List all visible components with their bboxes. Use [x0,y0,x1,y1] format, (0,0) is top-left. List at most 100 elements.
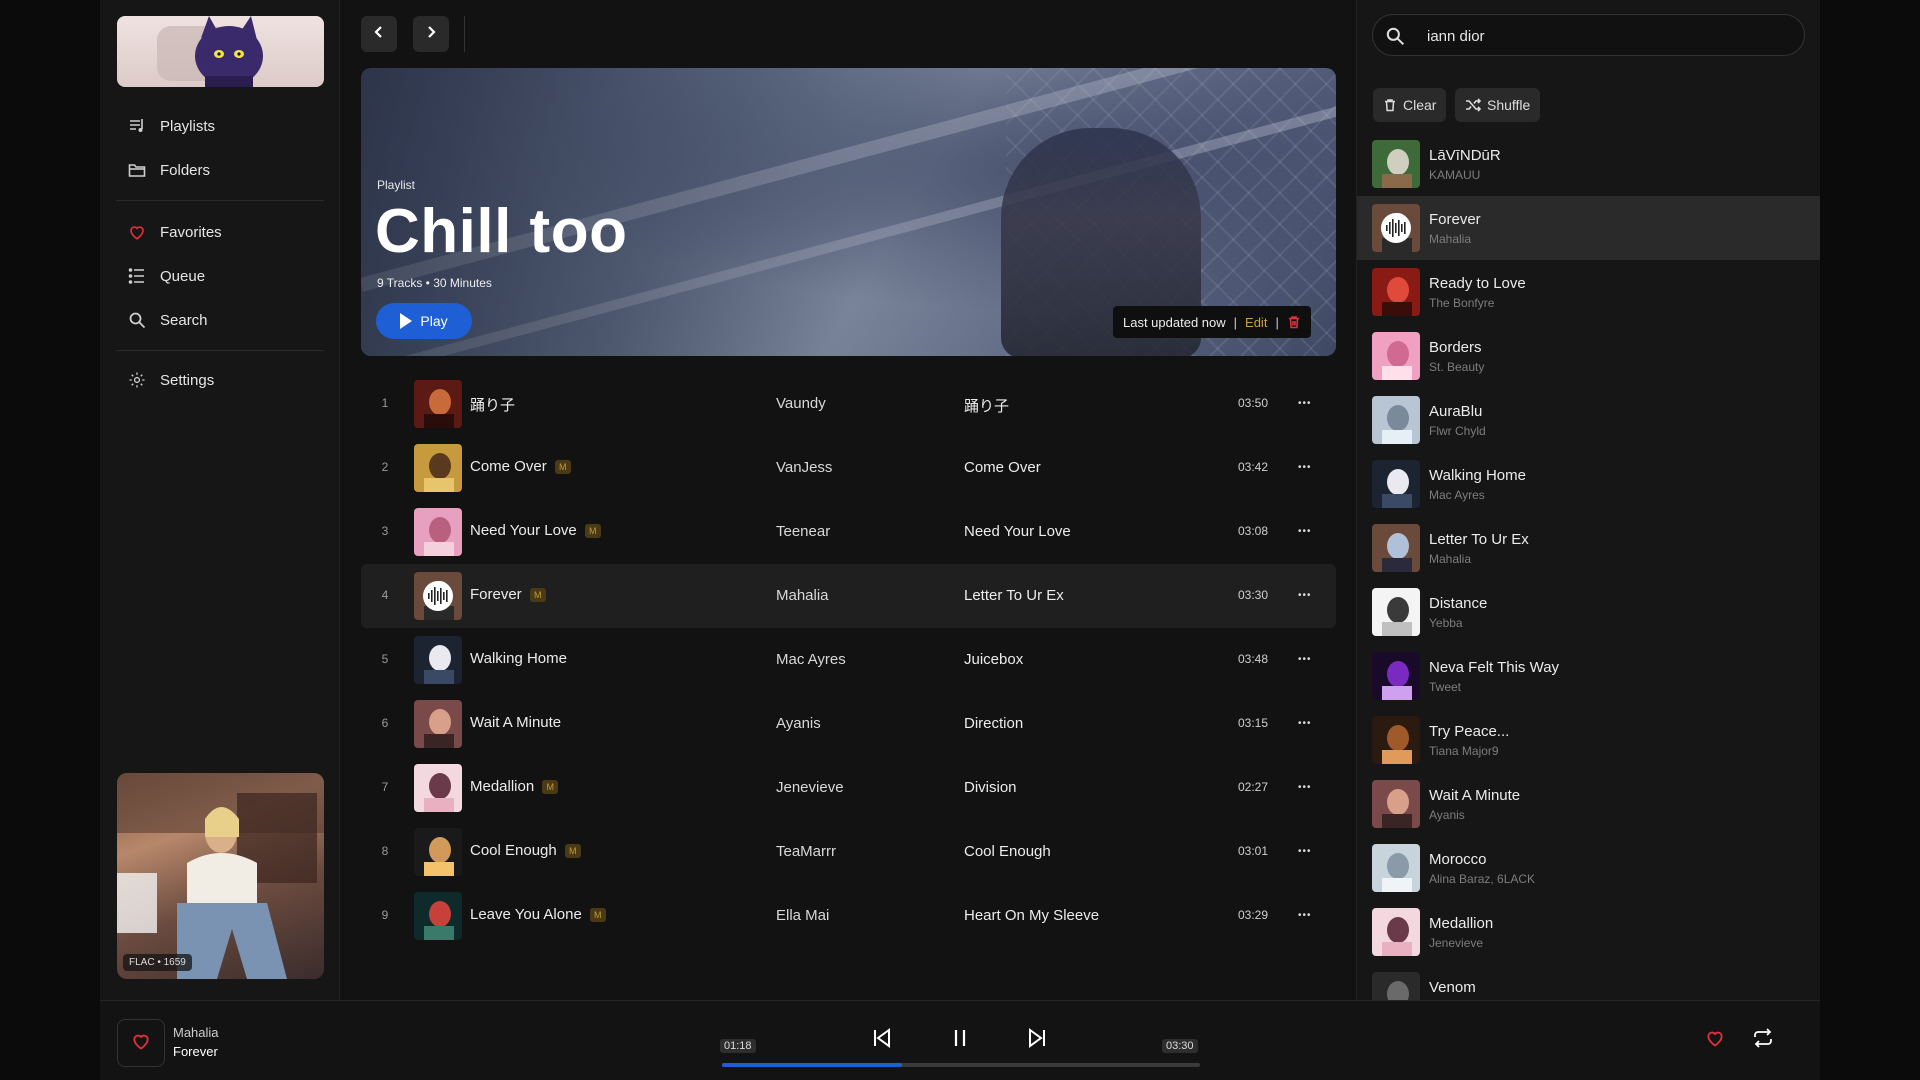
track-artist[interactable]: Mac Ayres [776,651,846,668]
more-options-icon[interactable]: ••• [1298,718,1312,729]
pause-button[interactable] [945,1025,975,1055]
track-row[interactable]: 8 Cool Enough M TeaMarrr Cool Enough 03:01 ••• [361,820,1336,884]
play-playlist-button[interactable]: Play [376,303,472,339]
track-title: Come Over [470,458,547,475]
track-album[interactable]: Come Over [964,459,1041,476]
repeat-icon [1752,1027,1774,1053]
track-album[interactable]: Direction [964,715,1023,732]
track-album[interactable]: Letter To Ur Ex [964,587,1064,604]
track-row[interactable]: 6 Wait A Minute Ayanis Direction 03:15 ••• [361,692,1336,756]
more-options-icon[interactable]: ••• [1298,654,1312,665]
queue-item[interactable]: Wait A Minute Ayanis [1357,772,1820,836]
sidebar-item-search[interactable]: Search [116,298,324,342]
queue-item[interactable]: Ready to Love The Bonfyre [1357,260,1820,324]
trash-icon[interactable] [1287,315,1301,329]
window-margin-right [1820,0,1920,1080]
track-number: 7 [381,780,389,794]
queue-item[interactable]: Forever Mahalia [1357,196,1820,260]
heart-icon [128,223,146,241]
track-artwork [414,828,462,876]
sidebar-item-queue[interactable]: Queue [116,254,324,298]
track-artist[interactable]: Ella Mai [776,907,829,924]
edit-playlist-link[interactable]: Edit [1245,315,1267,330]
queue-item[interactable]: Letter To Ur Ex Mahalia [1357,516,1820,580]
track-album[interactable]: Need Your Love [964,523,1071,540]
track-duration: 03:01 [1238,844,1269,858]
queue-item[interactable]: Borders St. Beauty [1357,324,1820,388]
track-number: 1 [381,396,389,410]
more-options-icon[interactable]: ••• [1298,462,1312,473]
queue-item-artist: Tweet [1429,680,1462,694]
queue-item-artist: Alina Baraz, 6LACK [1429,872,1536,886]
track-album[interactable]: Heart On My Sleeve [964,907,1099,924]
shuffle-button[interactable]: Shuffle [1455,88,1541,122]
queue-item-artwork [1372,780,1420,828]
track-album[interactable]: Juicebox [964,651,1023,668]
clear-queue-button[interactable]: Clear [1373,88,1447,122]
track-album[interactable]: Division [964,779,1017,796]
now-playing-artwork[interactable]: FLAC • 1659 [117,773,324,979]
more-options-icon[interactable]: ••• [1298,526,1312,537]
folder-icon [128,161,146,179]
queue-item[interactable]: Morocco Alina Baraz, 6LACK [1357,836,1820,900]
queue-item-title: Borders [1429,339,1482,356]
queue-item[interactable]: Venom [1357,964,1820,1000]
track-row[interactable]: 5 Walking Home Mac Ayres Juicebox 03:48 ••• [361,628,1336,692]
sidebar-item-settings[interactable]: Settings [116,358,324,402]
progress-fill [722,1063,903,1067]
track-artist[interactable]: Ayanis [776,715,821,732]
favorite-button[interactable] [117,1019,165,1067]
now-playing-title: Forever [173,1044,218,1059]
track-row[interactable]: 4 Forever M Mahalia Letter To Ur Ex 03:30 ••• [361,564,1336,628]
track-title: 踊り子 [470,397,516,414]
queue-item-artwork [1372,588,1420,636]
track-artist[interactable]: Vaundy [776,395,826,412]
track-row[interactable]: 3 Need Your Love M Teenear Need Your Love 03:… [361,500,1336,564]
more-options-icon[interactable]: ••• [1298,590,1312,601]
track-row[interactable]: 7 Medallion M Jenevieve Division 02:27 ••• [361,756,1336,820]
previous-button[interactable] [867,1025,897,1055]
more-options-icon[interactable]: ••• [1298,782,1312,793]
queue-item[interactable]: Distance Yebba [1357,580,1820,644]
more-options-icon[interactable]: ••• [1298,398,1312,409]
queue-item[interactable]: LāVīNDūR KAMAUU [1357,132,1820,196]
track-artist[interactable]: Teenear [776,523,830,540]
track-artist[interactable]: VanJess [776,459,832,476]
track-title: Leave You Alone [470,906,582,923]
next-button[interactable] [1022,1025,1052,1055]
queue-item-artwork [1372,460,1420,508]
sidebar-item-playlists[interactable]: Playlists [116,104,324,148]
more-options-icon[interactable]: ••• [1298,846,1312,857]
progress-bar[interactable] [722,1063,1200,1067]
queue-item[interactable]: Neva Felt This Way Tweet [1357,644,1820,708]
sidebar-item-favorites[interactable]: Favorites [116,210,324,254]
back-button[interactable] [361,16,397,52]
track-album[interactable]: 踊り子 [964,395,1009,416]
track-row[interactable]: 1 踊り子 Vaundy 踊り子 03:50 ••• [361,372,1336,436]
queue-item-artwork [1372,140,1420,188]
track-artist[interactable]: Jenevieve [776,779,844,796]
sidebar-item-folders[interactable]: Folders [116,148,324,192]
track-artist[interactable]: Mahalia [776,587,829,604]
more-options-icon[interactable]: ••• [1298,910,1312,921]
queue-item[interactable]: Medallion Jenevieve [1357,900,1820,964]
track-row[interactable]: 9 Leave You Alone M Ella Mai Heart On My Sle… [361,884,1336,948]
forward-button[interactable] [413,16,449,52]
search-input[interactable] [1425,25,1789,47]
queue-item-artist: Tiana Major9 [1429,744,1499,758]
queue-item[interactable]: AuraBlu Flwr Chyld [1357,388,1820,452]
sidebar-item-label: Search [160,311,208,329]
separator: | [1275,314,1279,330]
track-artist[interactable]: TeaMarrr [776,843,836,860]
queue-item-artwork [1372,204,1420,252]
track-artwork [414,444,462,492]
track-album[interactable]: Cool Enough [964,843,1051,860]
chevron-right-icon [423,24,439,45]
track-row[interactable]: 2 Come Over M VanJess Come Over 03:42 ••• [361,436,1336,500]
queue-item[interactable]: Walking Home Mac Ayres [1357,452,1820,516]
queue-item[interactable]: Try Peace... Tiana Major9 [1357,708,1820,772]
favorite-track-button[interactable] [1700,1025,1730,1055]
audio-quality-badge: FLAC • 1659 [123,954,192,971]
clear-label: Clear [1403,97,1437,113]
repeat-button[interactable] [1748,1025,1778,1055]
